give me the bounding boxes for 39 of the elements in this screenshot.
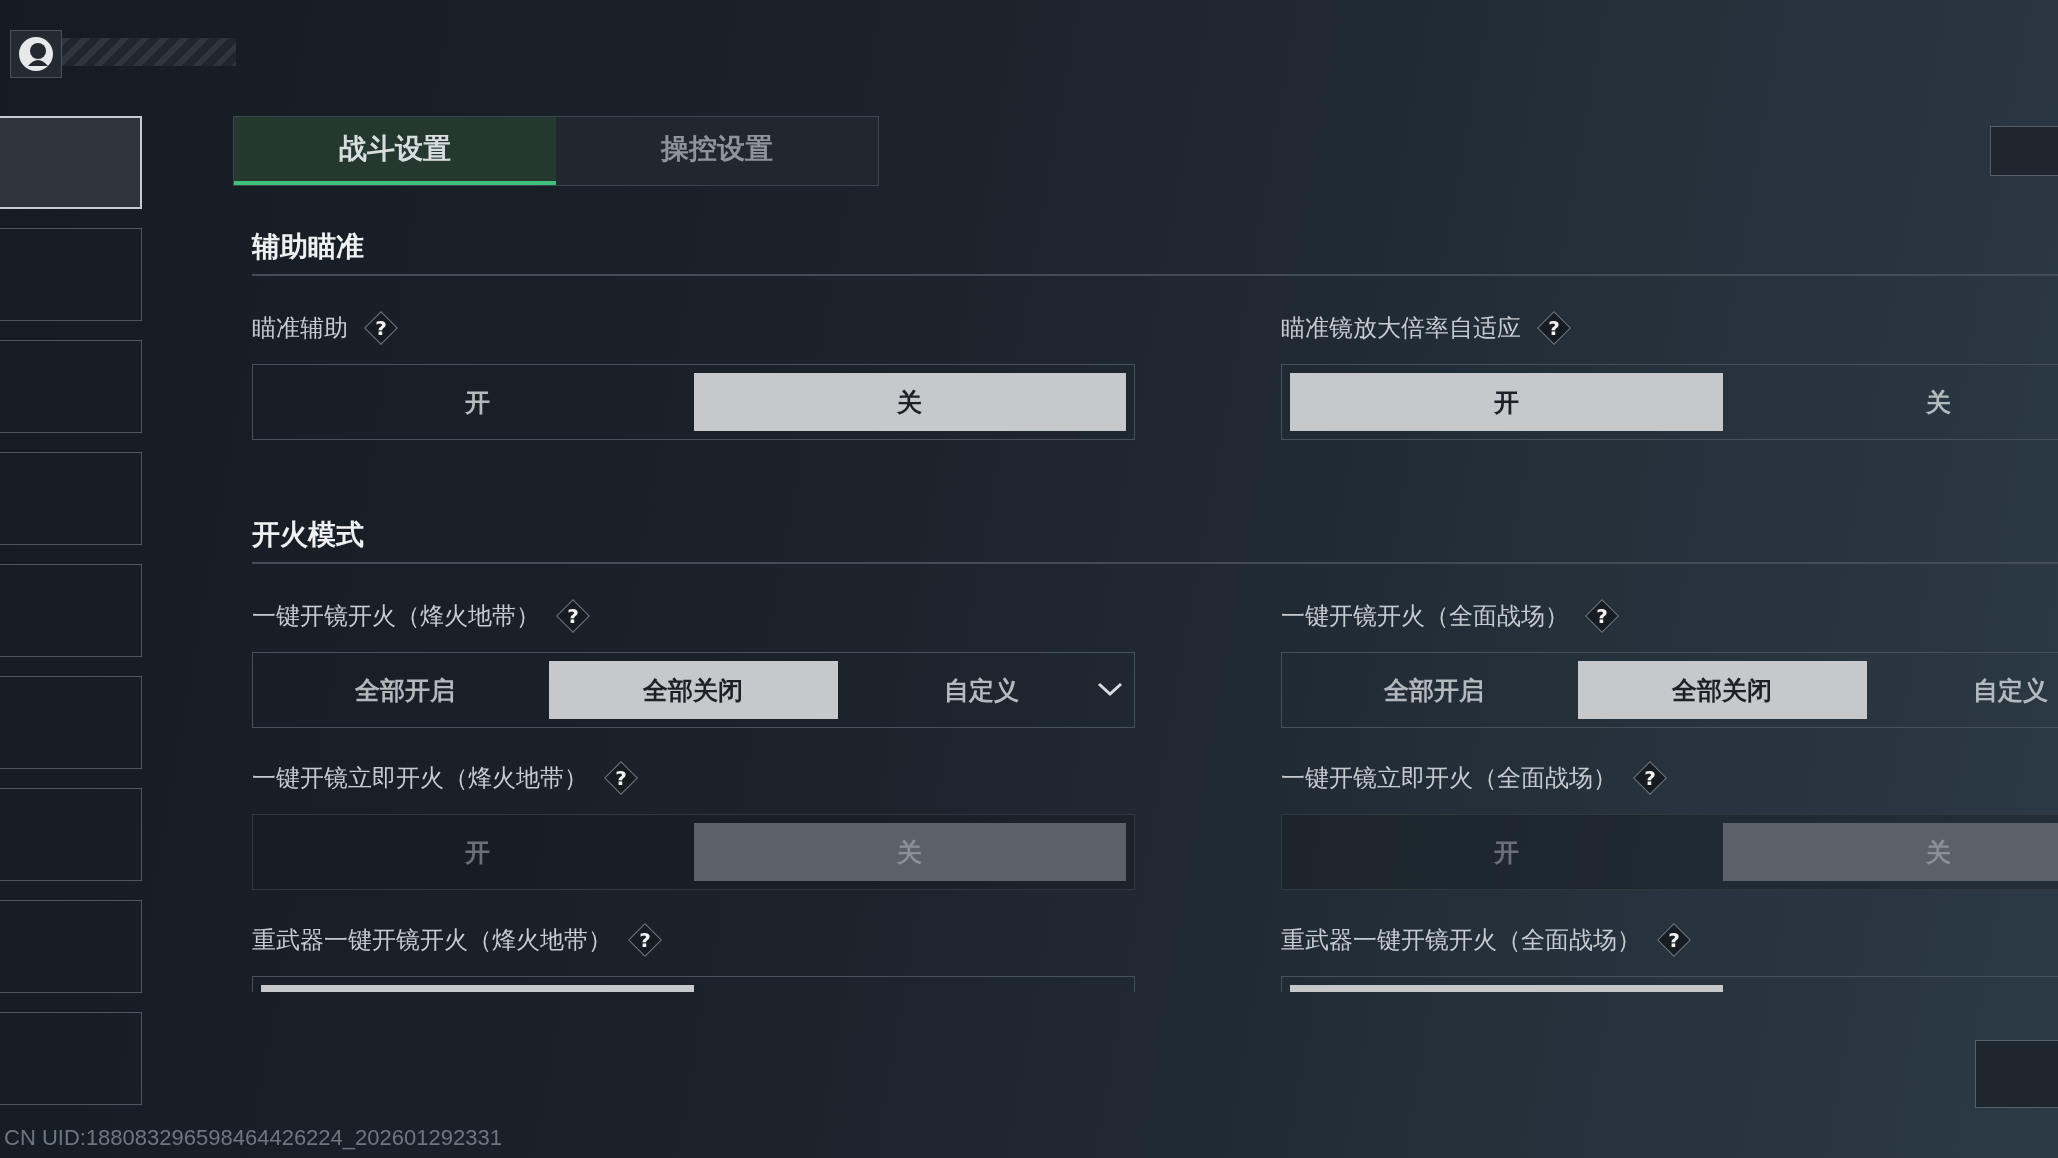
help-button[interactable]: ?	[1585, 599, 1619, 633]
help-button[interactable]: ?	[556, 599, 590, 633]
section-title: 辅助瞄准	[252, 228, 2058, 276]
option-button[interactable]: 全部关闭	[549, 661, 838, 719]
setting-label: 一键开镜开火（全面战场）	[1281, 601, 1569, 632]
option-button[interactable]: 开	[261, 373, 694, 431]
sidebar-tile[interactable]	[0, 452, 142, 545]
sidebar-tile[interactable]	[0, 788, 142, 881]
setting-label: 重武器一键开镜开火（烽火地带）	[252, 925, 612, 956]
sidebar-tile[interactable]	[0, 340, 142, 433]
setting-label: 瞄准辅助	[252, 313, 348, 344]
option-button[interactable]: 自定义	[837, 661, 1126, 719]
setting-label: 一键开镜开火（烽火地带）	[252, 601, 540, 632]
option-button[interactable]: 关	[693, 373, 1126, 431]
setting-label: 一键开镜立即开火（烽火地带）	[252, 763, 588, 794]
option-button[interactable]: 全部关闭	[1578, 661, 1867, 719]
section-title: 开火模式	[252, 516, 2058, 564]
help-button[interactable]: ?	[364, 311, 398, 345]
corner-panel	[1990, 126, 2058, 176]
help-button[interactable]: ?	[628, 923, 662, 957]
option-button[interactable]: 开	[1290, 373, 1723, 431]
logo-icon	[10, 30, 62, 78]
sidebar-tile[interactable]	[0, 564, 142, 657]
setting-label: 重武器一键开镜开火（全面战场）	[1281, 925, 1641, 956]
option-button[interactable]: 自定义	[1866, 661, 2058, 719]
help-button[interactable]: ?	[1657, 923, 1691, 957]
sidebar-tile[interactable]	[0, 900, 142, 993]
sidebar-tile[interactable]	[0, 228, 142, 321]
option-button[interactable]: 全部开启	[1290, 661, 1579, 719]
help-button[interactable]: ?	[1537, 311, 1571, 345]
setting-label: 一键开镜立即开火（全面战场）	[1281, 763, 1617, 794]
option-button[interactable]: 关	[1722, 373, 2058, 431]
sidebar-tile[interactable]	[0, 1012, 142, 1105]
uid-text: CN UID:188083296598464426224_202601292331	[4, 1125, 502, 1151]
tab[interactable]: 战斗设置	[234, 117, 556, 185]
tab[interactable]: 操控设置	[556, 117, 878, 185]
setting-label: 瞄准镜放大倍率自适应	[1281, 313, 1521, 344]
sidebar-tile[interactable]	[0, 676, 142, 769]
option-button[interactable]: 全部开启	[261, 661, 550, 719]
